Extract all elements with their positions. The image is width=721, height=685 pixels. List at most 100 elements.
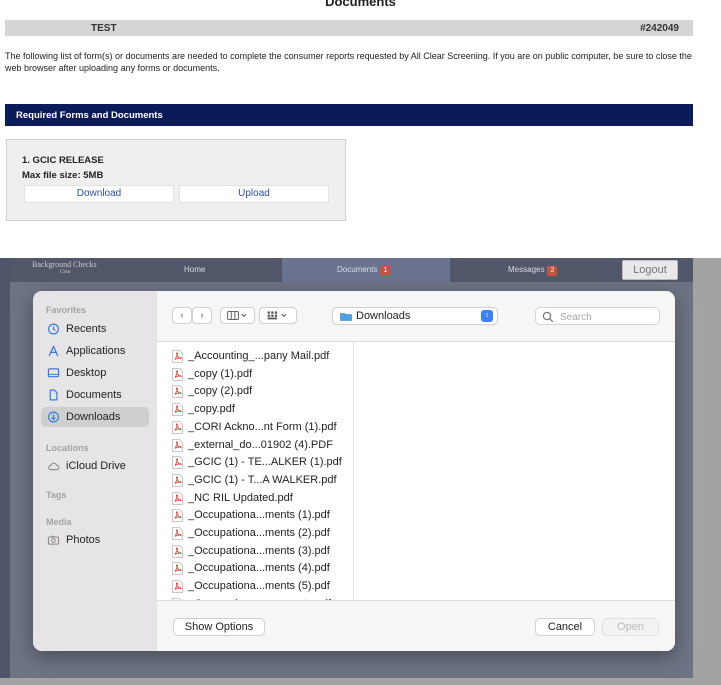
pdf-file-icon — [172, 350, 183, 363]
sidebar-item-desktop[interactable]: Desktop — [41, 363, 149, 383]
file-name: _copy (1).pdf — [188, 367, 253, 380]
file-name: _Occupationa...ments (3).pdf — [188, 544, 330, 557]
file-row[interactable]: _copy (2).pdf — [157, 383, 353, 400]
chevron-left-icon: ‹ — [180, 310, 184, 320]
sidebar-item-applications[interactable]: Applications — [41, 341, 149, 361]
pdf-file-icon — [172, 385, 183, 399]
messages-badge: 2 — [547, 266, 558, 276]
file-name: _Occupationa...ments (2).pdf — [188, 527, 330, 539]
required-forms-header: Required Forms and Documents — [5, 104, 693, 126]
search-box[interactable] — [535, 307, 660, 325]
download-button[interactable]: Download — [24, 185, 174, 203]
cloud-icon — [48, 462, 60, 471]
sidebar-item-label: Downloads — [66, 411, 121, 423]
preview-column — [354, 342, 675, 600]
file-row[interactable]: _copy (1).pdf — [157, 366, 353, 383]
pdf-file-icon — [172, 509, 183, 523]
logout-button[interactable]: Logout — [622, 260, 678, 280]
form-name: 1. GCIC RELEASE — [22, 155, 104, 166]
file-row[interactable]: _Occupationa...ments (2).pdf — [157, 525, 353, 542]
nav-documents[interactable]: Documents 1 — [282, 258, 450, 282]
file-name: _copy.pdf — [188, 403, 235, 416]
file-row[interactable]: _CORI Ackno...nt Form (1).pdf — [157, 419, 353, 436]
sidebar-item-icloud-drive[interactable]: iCloud Drive — [41, 456, 149, 476]
back-button[interactable]: ‹ — [172, 307, 192, 324]
camera-icon — [47, 535, 60, 545]
open-button[interactable]: Open — [602, 618, 659, 636]
file-name: _Accounting_...pany Mail.pdf — [188, 350, 330, 362]
sidebar-item-recents[interactable]: Recents — [41, 319, 149, 339]
section-title: Required Forms and Documents — [16, 110, 163, 121]
nav-documents-label: Documents — [337, 265, 378, 274]
file-row[interactable]: _Occupationa...ments (1).pdf — [157, 507, 353, 524]
sidebar-item-label: Photos — [66, 534, 101, 546]
upload-button[interactable]: Upload — [179, 185, 329, 203]
forward-button[interactable]: › — [192, 307, 212, 324]
file-name: _Occupationa...ments (4).pdf — [188, 562, 330, 575]
file-row[interactable]: _GCIC (1) - TE...ALKER (1).pdf — [157, 454, 353, 471]
file-name: _Occupationa...ments (1).pdf — [188, 509, 330, 522]
site-logo: Background Checks Clear — [32, 261, 97, 277]
file-row[interactable]: _NC RIL Updated.pdf — [157, 490, 353, 507]
file-list[interactable]: _Accounting_...pany Mail.pdf _copy (1).pd… — [157, 342, 354, 600]
clock-icon — [48, 323, 59, 335]
pdf-file-icon — [172, 438, 183, 452]
file-name: _NC RIL Updated.pdf — [188, 491, 293, 504]
sidebar-item-label: Documents — [66, 389, 122, 401]
pdf-file-icon — [172, 544, 183, 558]
nav-messages[interactable]: Messages 2 — [508, 265, 558, 276]
file-name: _CORI Ackno...nt Form (1).pdf — [188, 420, 337, 433]
sidebar-item-documents[interactable]: Documents — [41, 385, 149, 405]
file-row[interactable]: _Accounting_...pany Mail.pdf — [157, 348, 353, 365]
pdf-file-icon — [172, 403, 183, 417]
file-open-dialog: Favorites Recents Applications Desktop D… — [33, 291, 675, 651]
file-row[interactable]: _external_do...01902 (4).PDF — [157, 437, 353, 454]
view-mode-button[interactable] — [220, 307, 255, 324]
file-name: _copy (2).pdf — [188, 385, 253, 398]
chevron-updown-icon: ↕ — [481, 310, 493, 322]
current-folder: Downloads — [356, 310, 411, 322]
columns-view-icon — [226, 311, 246, 320]
file-name: _GCIC (1) - T...A WALKER.pdf — [188, 473, 337, 486]
applications-icon — [48, 345, 59, 357]
pdf-file-icon — [172, 367, 183, 381]
sidebar-item-label: iCloud Drive — [66, 460, 126, 472]
dialog-toolbar: ‹ › Downloads ↕ — [157, 291, 675, 342]
file-row[interactable]: _copy.pdf — [157, 401, 353, 418]
dialog-footer: Show Options Cancel Open — [157, 600, 675, 651]
show-options-button[interactable]: Show Options — [173, 618, 265, 636]
folder-icon — [340, 313, 352, 321]
grid-view-icon — [267, 311, 287, 320]
file-name: _Occupationa...ments (5).pdf — [188, 580, 330, 593]
logo-line-2: Clear — [60, 270, 71, 275]
file-row[interactable]: _Occupationa...ments (3).pdf — [157, 543, 353, 560]
sidebar-item-photos[interactable]: Photos — [41, 530, 149, 550]
subject-header-bar: TEST #242049 — [5, 20, 693, 36]
tags-header: Tags — [46, 490, 67, 500]
logo-line-1: Background Checks — [32, 260, 97, 269]
cancel-button[interactable]: Cancel — [535, 618, 595, 636]
nav-home[interactable]: Home — [184, 265, 205, 274]
sidebar-item-downloads[interactable]: Downloads — [41, 407, 149, 427]
pdf-file-icon — [172, 473, 183, 487]
search-icon — [542, 311, 554, 323]
sidebar-item-label: Applications — [66, 345, 126, 357]
file-row[interactable]: _Occupationa...ments (4).pdf — [157, 560, 353, 577]
file-row[interactable]: _GCIC (1) - T...A WALKER.pdf — [157, 472, 353, 489]
group-by-button[interactable] — [259, 307, 297, 324]
pdf-file-icon — [172, 491, 183, 505]
order-number: #242049 — [640, 23, 679, 34]
sidebar-item-label: Desktop — [66, 367, 107, 379]
search-input[interactable] — [558, 309, 657, 325]
pdf-file-icon — [172, 562, 183, 576]
pdf-file-icon — [172, 456, 183, 470]
pdf-file-icon — [172, 527, 183, 540]
pdf-file-icon — [172, 580, 183, 594]
documents-badge: 1 — [380, 266, 391, 276]
backdrop-left — [0, 258, 10, 678]
downloads-icon — [48, 411, 59, 423]
file-row[interactable]: _Occupationa...ments (5).pdf — [157, 578, 353, 595]
location-select[interactable]: Downloads ↕ — [332, 307, 498, 325]
page-title: Documents — [325, 0, 396, 9]
documents-page: Documents TEST #242049 The following lis… — [0, 0, 721, 258]
